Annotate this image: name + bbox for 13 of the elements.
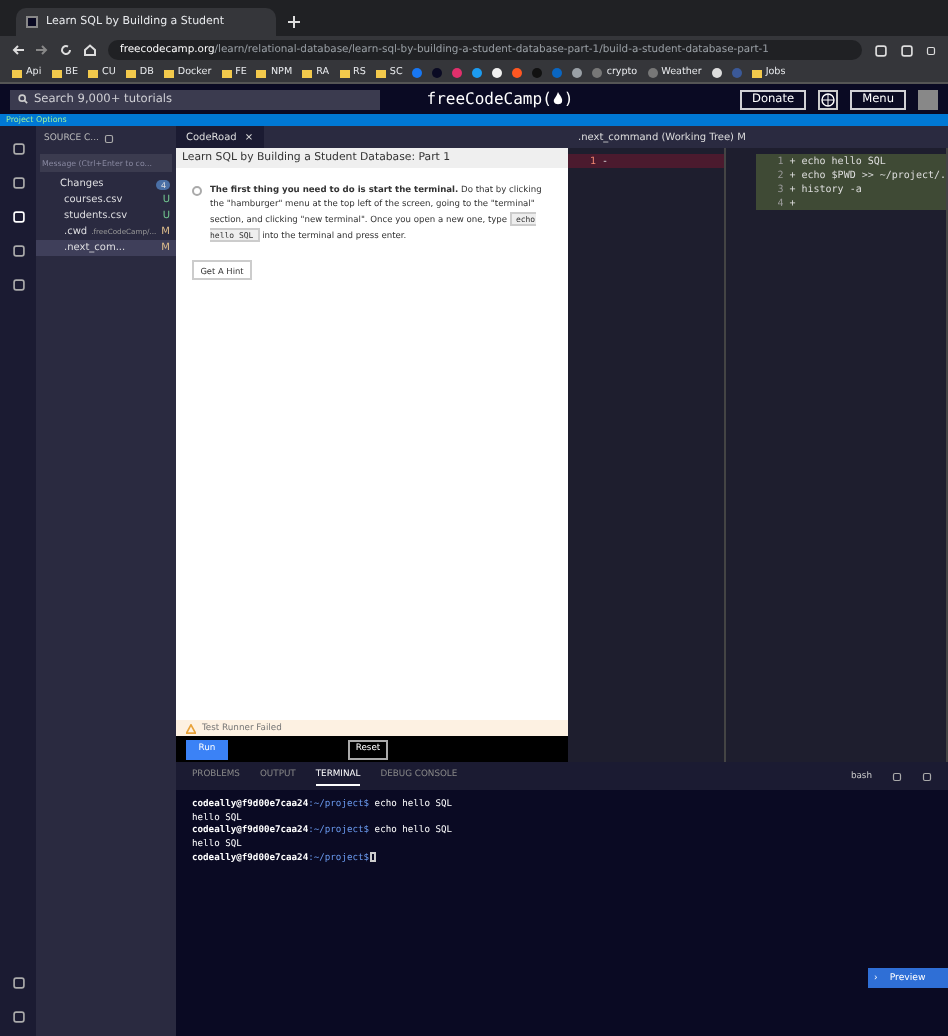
bookmark-icon[interactable] (492, 68, 503, 78)
avatar[interactable] (918, 89, 938, 109)
site-logo[interactable]: freeCodeCamp( ) (392, 90, 608, 108)
bookmark-icon[interactable] (711, 68, 722, 78)
step-status-icon (192, 186, 202, 196)
globe-icon[interactable] (818, 89, 839, 109)
bookmark-icon[interactable] (572, 68, 583, 78)
new-tab-icon[interactable] (288, 16, 300, 28)
forward-icon[interactable] (36, 44, 48, 56)
reload-icon[interactable] (60, 44, 72, 56)
home-icon[interactable] (84, 44, 96, 56)
tab-favicon-icon (26, 16, 38, 28)
back-icon[interactable] (12, 44, 24, 56)
